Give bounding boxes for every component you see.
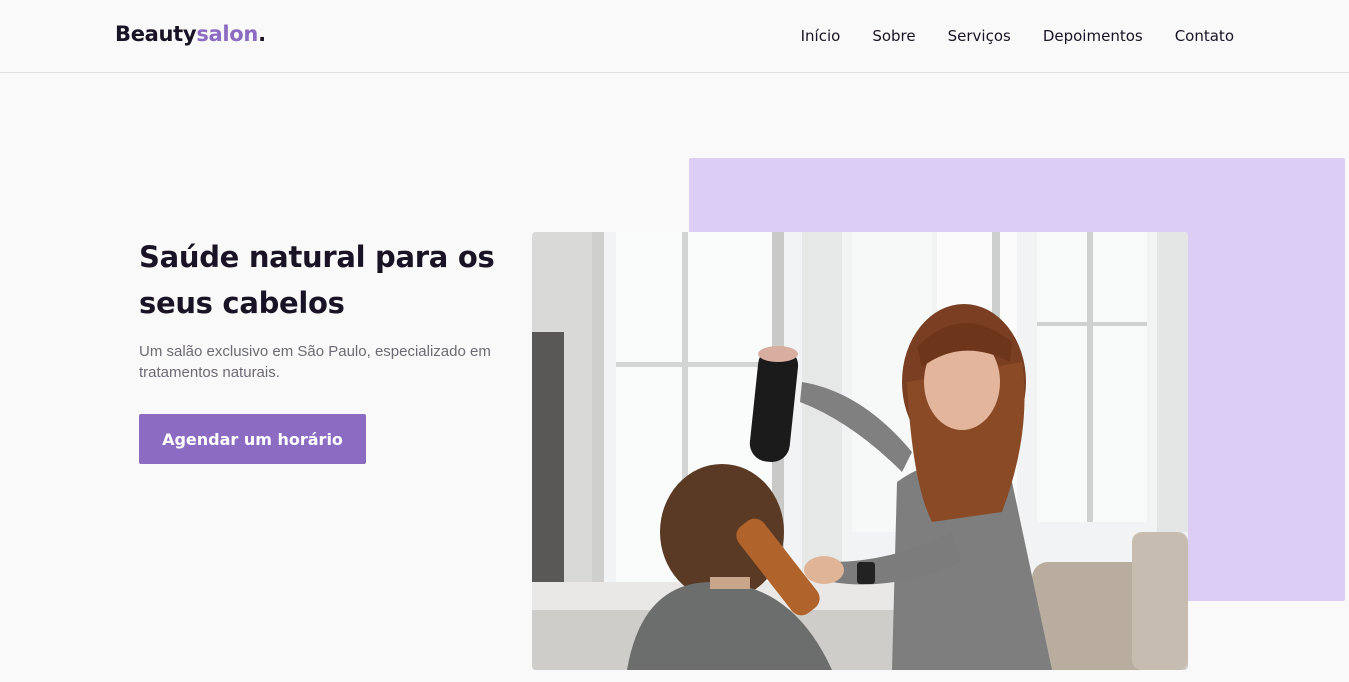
logo-text-salon: salon bbox=[196, 22, 259, 46]
hero-subtitle: Um salão exclusivo em São Paulo, especia… bbox=[139, 343, 491, 381]
hero-title: Saúde natural para os seus cabelos bbox=[139, 240, 495, 320]
nav-link-contato[interactable]: Contato bbox=[1175, 27, 1234, 45]
site-header: Beautysalon. Início Sobre Serviços Depoi… bbox=[0, 0, 1349, 73]
nav-link-sobre[interactable]: Sobre bbox=[872, 27, 915, 45]
logo-dot: . bbox=[258, 22, 266, 46]
nav-link-depoimentos[interactable]: Depoimentos bbox=[1043, 27, 1143, 45]
nav-link-servicos[interactable]: Serviços bbox=[948, 27, 1011, 45]
main-nav: Início Sobre Serviços Depoimentos Contat… bbox=[769, 27, 1234, 45]
hero-photo bbox=[532, 232, 1188, 670]
logo[interactable]: Beautysalon. bbox=[115, 22, 266, 46]
schedule-appointment-button[interactable]: Agendar um horário bbox=[139, 414, 366, 464]
nav-link-inicio[interactable]: Início bbox=[801, 27, 841, 45]
logo-text-beauty: Beauty bbox=[115, 22, 197, 46]
